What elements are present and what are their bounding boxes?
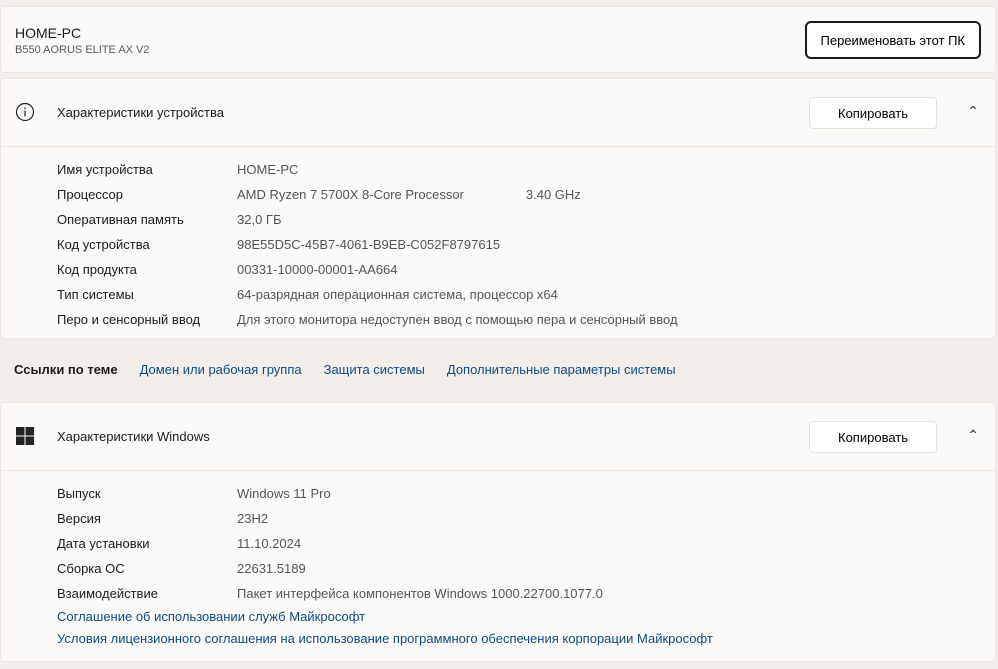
spec-row: Процессор AMD Ryzen 7 5700X 8-Core Proces… [57, 182, 995, 207]
link-system-protection[interactable]: Защита системы [324, 362, 425, 377]
spec-label: Тип системы [57, 287, 134, 302]
pc-name-card: HOME-PC B550 AORUS ELITE AX V2 Переимено… [0, 6, 996, 73]
device-specs-list: Имя устройства HOME-PC Процессор AMD Ryzen… [1, 146, 995, 340]
spec-value: 22631.5189 [237, 561, 306, 576]
chevron-up-icon[interactable]: ⌃ [967, 103, 979, 120]
spec-value: 23H2 [237, 511, 269, 526]
windows-logo-icon [16, 427, 34, 445]
related-links: Ссылки по теме Домен или рабочая группа … [0, 340, 996, 398]
spec-row: Версия 23H2 [57, 506, 995, 531]
link-domain-workgroup[interactable]: Домен или рабочая группа [140, 362, 302, 377]
spec-label: Выпуск [57, 486, 101, 501]
link-microsoft-license-terms[interactable]: Условия лицензионного соглашения на испо… [57, 628, 995, 650]
spec-row: Перо и сенсорный ввод Для этого монитора … [57, 307, 995, 332]
spec-row: Имя устройства HOME-PC [57, 157, 995, 182]
spec-row: Код устройства 98E55D5C-45B7-4061-B9EB-C0… [57, 232, 995, 257]
spec-value: 11.10.2024 [237, 536, 302, 551]
spec-label: Оперативная память [57, 212, 184, 227]
spec-label: Код продукта [57, 262, 137, 277]
spec-label: Взаимодействие [57, 586, 158, 601]
spec-row: Взаимодействие Пакет интерфейса компонент… [57, 581, 995, 606]
spec-value: 32,0 ГБ [237, 212, 282, 227]
device-specs-header[interactable]: Характеристики устройства Копировать ⌃ [1, 79, 995, 146]
chevron-up-icon[interactable]: ⌃ [967, 427, 979, 444]
windows-specs-title: Характеристики Windows [57, 429, 210, 444]
spec-label: Перо и сенсорный ввод [57, 312, 201, 327]
spec-row: Дата установки 11.10.2024 [57, 531, 995, 556]
spec-row: Тип системы 64-разрядная операционная сис… [57, 282, 995, 307]
device-specs-card: Характеристики устройства Копировать ⌃ И… [0, 78, 996, 339]
spec-value: AMD Ryzen 7 5700X 8-Core Processor [237, 187, 464, 202]
spec-row: Сборка ОС 22631.5189 [57, 556, 995, 581]
spec-value: Для этого монитора недоступен ввод с пом… [237, 312, 678, 327]
windows-specs-header[interactable]: Характеристики Windows Копировать ⌃ [1, 403, 995, 470]
spec-row: Оперативная память 32,0 ГБ [57, 207, 995, 232]
spec-value: HOME-PC [237, 162, 299, 177]
spec-value: 98E55D5C-45B7-4061-B9EB-C052F8797615 [237, 237, 501, 252]
device-specs-title: Характеристики устройства [57, 105, 224, 120]
spec-label: Дата установки [57, 536, 150, 551]
spec-label: Версия [57, 511, 101, 526]
windows-specs-card: Характеристики Windows Копировать ⌃ Выпу… [0, 402, 996, 662]
spec-label: Сборка ОС [57, 561, 125, 576]
related-links-label: Ссылки по теме [14, 361, 118, 377]
spec-row: Код продукта 00331-10000-00001-AA664 [57, 257, 995, 282]
spec-value: Windows 11 Pro [237, 486, 331, 501]
spec-label: Имя устройства [57, 162, 153, 177]
pc-name: HOME-PC [15, 25, 82, 41]
copy-device-specs-button[interactable]: Копировать [809, 97, 937, 129]
copy-windows-specs-button[interactable]: Копировать [809, 421, 937, 453]
windows-specs-list: Выпуск Windows 11 Pro Версия 23H2 Дата уст… [1, 470, 995, 658]
spec-value: Пакет интерфейса компонентов Windows 100… [237, 586, 603, 601]
spec-row: Выпуск Windows 11 Pro [57, 481, 995, 506]
pc-model: B550 AORUS ELITE AX V2 [15, 44, 150, 56]
link-advanced-system-settings[interactable]: Дополнительные параметры системы [447, 362, 676, 377]
spec-label: Код устройства [57, 237, 150, 252]
spec-label: Процессор [57, 187, 123, 202]
cpu-frequency: 3.40 GHz [525, 187, 581, 202]
rename-pc-button[interactable]: Переименовать этот ПК [804, 21, 981, 59]
spec-value: 00331-10000-00001-AA664 [237, 262, 398, 277]
spec-value: 64-разрядная операционная система, проце… [237, 287, 558, 302]
link-microsoft-services-agreement[interactable]: Соглашение об использовании служб Майкро… [57, 606, 995, 628]
info-icon [15, 102, 35, 122]
